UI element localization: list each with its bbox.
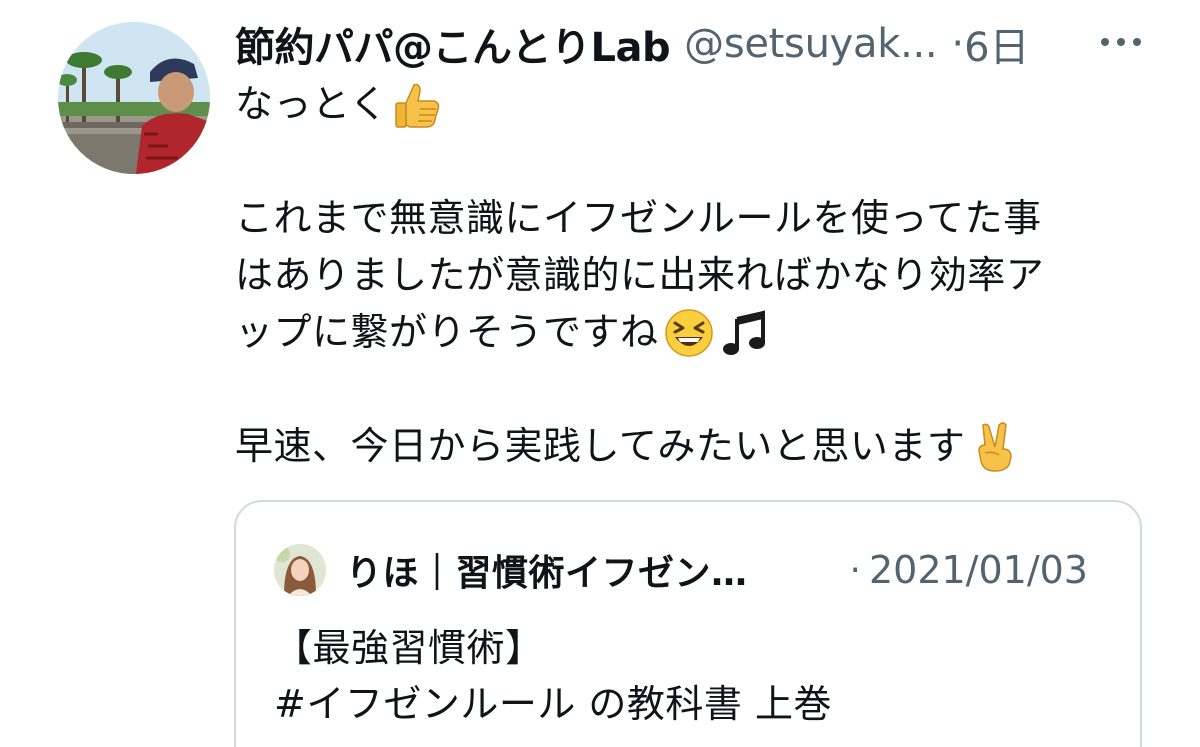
more-options-button[interactable] [1097, 18, 1145, 66]
tweet-body: なっとく これまで無意識にイフゼンルールを使ってた事 はありましたが意識的に出来… [235, 76, 1135, 475]
tweet-timestamp[interactable]: 6日 [964, 15, 1029, 73]
more-dots-icon [1099, 36, 1143, 48]
tweet-text-line: 早速、今日から実践してみたいと思います [235, 418, 1135, 475]
quoted-header-separator: · [849, 549, 861, 591]
tweet-text-line: これまで無意識にイフゼンルールを使ってた事 [235, 196, 1042, 240]
tweet-header: 節約パパ@こんとりLab @setsuyak... · 6日 [235, 16, 1145, 72]
quoted-tweet[interactable]: りほ｜習慣術イフゼン… · 2021/01/03 【最強習慣術】 #イフゼンルー… [234, 500, 1142, 747]
tweet-text-line: はありましたが意識的に出来ればかなり効率ア [235, 253, 1045, 297]
quoted-tweet-body: 【最強習慣術】 #イフゼンルール の教科書 上巻 [274, 620, 832, 732]
quoted-text-line: #イフゼンルール の教科書 上巻 [274, 682, 832, 726]
quoted-tweet-header: りほ｜習慣術イフゼン… · 2021/01/03 [274, 540, 1088, 600]
author-display-name[interactable]: 節約パパ@こんとりLab [235, 15, 671, 73]
thumbs-up-icon [392, 79, 444, 131]
tweet-text-line: ップに繋がりそうですね [235, 304, 1135, 361]
quoted-author-avatar [274, 544, 326, 596]
tweet-text-line: なっとく [235, 76, 1135, 133]
quoted-text-line: 【最強習慣術】 [274, 626, 544, 670]
header-separator: · [951, 21, 965, 67]
music-notes-icon [719, 307, 771, 359]
quoted-tweet-date[interactable]: 2021/01/03 [869, 548, 1088, 592]
tweet-card[interactable]: 節約パパ@こんとりLab @setsuyak... · 6日 なっとく これまで… [0, 0, 1200, 747]
author-avatar[interactable] [58, 22, 210, 174]
grinning-squinting-icon [663, 307, 715, 359]
quoted-author-name[interactable]: りほ｜習慣術イフゼン… [346, 544, 748, 596]
victory-hand-icon [969, 421, 1021, 473]
author-handle[interactable]: @setsuyak... [684, 21, 938, 67]
